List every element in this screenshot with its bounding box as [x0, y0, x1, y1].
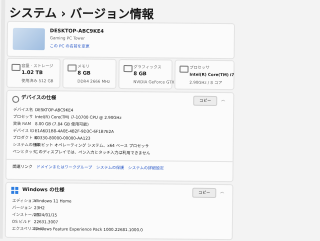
spec-value: このディスプレイでは、ペン入力とタッチ入力は利用できません [34, 149, 151, 156]
spec-value: 22631.3007 [33, 219, 59, 225]
related-links-label: 関連リンク [12, 163, 33, 170]
spec-row: デバイス ID E1A6D1B8-4A0E-4B2F-9D3C-6F1B7E2A [13, 128, 114, 134]
summary-tile-graphics: グラフィックス 8 GB NVIDIA GeForce GTX [118, 58, 175, 90]
copy-device-specs-button[interactable]: コピー [193, 95, 218, 107]
summary-tile-label: グラフィックス [133, 64, 162, 70]
summary-tile-label: 容量 · ストレージ [21, 62, 54, 69]
summary-tile-memory: メモリ 8 GB DDR4 2666 MHz [62, 58, 117, 89]
spec-value: Windows 11 Home [34, 198, 72, 204]
spec-row: プロダクト ID 00330-80000-00000-AA123 [13, 135, 91, 141]
processor-icon [179, 65, 189, 73]
spec-key: OS ビルド [11, 218, 31, 225]
spec-key: 実装 RAM [12, 120, 32, 127]
spec-row: デバイス名 DESKTOP-ABC9KE4 [13, 107, 73, 113]
system-protection-link[interactable]: システムの保護 [96, 165, 124, 170]
spec-key: デバイス ID [12, 127, 35, 134]
device-specs-section: デバイスの仕様 コピー ︿ デバイス名 DESKTOP-ABC9KE4 プロセッ… [5, 89, 235, 183]
summary-tile-label: プロセッサ [189, 64, 210, 70]
spec-row: インストール日 2024/01/15 [12, 212, 57, 217]
spec-value: Windows Feature Experience Pack 1000.226… [33, 226, 143, 233]
chevron-up-icon[interactable]: ︿ [220, 189, 224, 194]
spec-value: 23H2 [34, 205, 45, 211]
spec-row: バージョン 23H2 [12, 205, 45, 210]
device-specs-title: デバイスの仕様 [21, 94, 57, 102]
spec-key: システムの種類 [12, 141, 41, 148]
spec-row: プロセッサ Intel(R) Core(TM) i7-10700 CPU @ 2… [13, 114, 122, 120]
spec-key: プロダクト ID [12, 134, 39, 141]
info-icon [12, 95, 20, 103]
copy-windows-specs-button[interactable]: コピー [192, 187, 217, 199]
page-title: システム › バージョン情報 [9, 5, 154, 22]
advanced-system-settings-link[interactable]: システムの詳細設定 [128, 165, 164, 170]
chevron-up-icon[interactable]: ︿ [221, 97, 225, 102]
summary-tile-sub: DDR4 2666 MHz [77, 78, 111, 84]
summary-tile-value: Intel(R) Core(TM) i7 [189, 71, 235, 78]
device-model: Gaming PC Tower [49, 35, 85, 41]
device-thumbnail [12, 27, 45, 51]
memory-icon [67, 64, 77, 72]
device-card: DESKTOP-ABC9KE4 Gaming PC Tower この PC の名… [6, 20, 236, 60]
spec-row: エディション Windows 11 Home [12, 198, 71, 204]
spec-key: バージョン [12, 204, 33, 211]
spec-value: DESKTOP-ABC9KE4 [35, 107, 74, 113]
summary-tile-storage: 容量 · ストレージ 1.02 TB 使用済み 512 GB [6, 57, 61, 89]
spec-value: 8.00 GB (7.84 GB 使用可能) [34, 121, 89, 127]
related-links-divider [6, 158, 233, 163]
spec-value: 64 ビット オペレーティング システム、x64 ベース プロセッサ [34, 142, 150, 149]
spec-row: 実装 RAM 8.00 GB (7.84 GB 使用可能) [13, 121, 89, 127]
windows-logo-icon [11, 186, 19, 194]
graphics-card-icon [123, 65, 133, 73]
spec-key: デバイス名 [13, 106, 34, 113]
spec-key: インストール日 [11, 211, 40, 218]
device-name: DESKTOP-ABC9KE4 [49, 28, 104, 35]
summary-tile-processor: プロセッサ Intel(R) Core(TM) i7 2.90GHz / 8 コ… [174, 59, 235, 91]
spec-value: 00330-80000-00000-AA123 [34, 135, 91, 141]
spec-key: ペンとタッチ [12, 148, 37, 155]
summary-tile-sub: 2.90GHz / 8 コア [189, 79, 223, 86]
summary-tile-value: 1.02 TB [21, 69, 43, 77]
related-links-bar: 関連リンク ドメインまたはワークグループ システムの保護 システムの詳細設定 [12, 164, 163, 171]
spec-value: E1A6D1B8-4A0E-4B2F-9D3C-6F1B7E2A [34, 128, 114, 134]
rename-pc-link[interactable]: この PC の名前を変更 [50, 43, 90, 48]
summary-tile-sub: NVIDIA GeForce GTX [133, 79, 175, 85]
summary-tile-sub: 使用済み 512 GB [21, 77, 54, 84]
spec-key: エディション [12, 197, 36, 204]
spec-row: エクスペリエンス Windows Feature Experience Pack… [12, 226, 143, 232]
summary-tiles: 容量 · ストレージ 1.02 TB 使用済み 512 GB メモリ 8 GB … [1, 0, 241, 91]
domain-workgroup-link[interactable]: ドメインまたはワークグループ [36, 164, 92, 170]
spec-key: エクスペリエンス [11, 225, 44, 232]
spec-row: システムの種類 64 ビット オペレーティング システム、x64 ベース プロセ… [13, 142, 149, 148]
spec-value: 2024/01/15 [33, 212, 58, 218]
settings-window: システム › バージョン情報 DESKTOP-ABC9KE4 Gaming PC… [0, 0, 241, 241]
spec-row: ペンとタッチ このディスプレイでは、ペン入力とタッチ入力は利用できません [13, 149, 151, 155]
windows-specs-title: Windows の仕様 [22, 186, 65, 194]
summary-tile-value: 8 GB [133, 71, 147, 78]
spec-value: Intel(R) Core(TM) i7-10700 CPU @ 2.90GHz [35, 114, 122, 121]
summary-tile-label: メモリ [77, 63, 90, 69]
storage-icon [11, 63, 21, 71]
spec-row: OS ビルド 22631.3007 [12, 219, 58, 224]
summary-tile-value: 8 GB [77, 70, 91, 77]
windows-specs-section: Windows の仕様 コピー ︿ エディション Windows 11 Home… [4, 181, 234, 241]
spec-key: プロセッサ [13, 113, 34, 120]
